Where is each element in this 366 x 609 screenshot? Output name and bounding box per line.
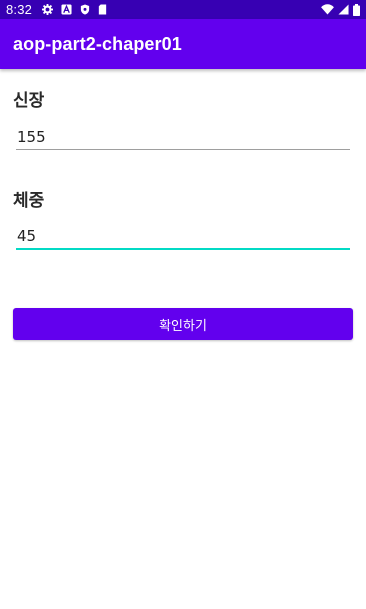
app-bar: aop-part2-chaper01 (0, 19, 366, 69)
height-input[interactable] (16, 124, 350, 150)
a-icon (61, 4, 72, 15)
height-label: 신장 (13, 91, 45, 111)
sd-card-icon (98, 4, 107, 15)
weight-input[interactable] (16, 224, 350, 250)
confirm-button[interactable]: 확인하기 (13, 308, 353, 340)
settings-icon (42, 4, 54, 15)
status-time: 8:32 (6, 2, 33, 17)
app-title: aop-part2-chaper01 (13, 33, 182, 54)
app-screen: 8:32 aop-part2-chaper01 신장 155 체중 45 확인하… (0, 0, 366, 609)
battery-icon (353, 3, 360, 16)
notification-icons (42, 4, 107, 15)
system-icons (321, 3, 360, 16)
weight-label: 체중 (13, 191, 45, 211)
wifi-icon (321, 4, 334, 15)
status-bar: 8:32 (0, 0, 366, 19)
signal-icon (338, 4, 349, 15)
shield-icon (80, 4, 90, 15)
